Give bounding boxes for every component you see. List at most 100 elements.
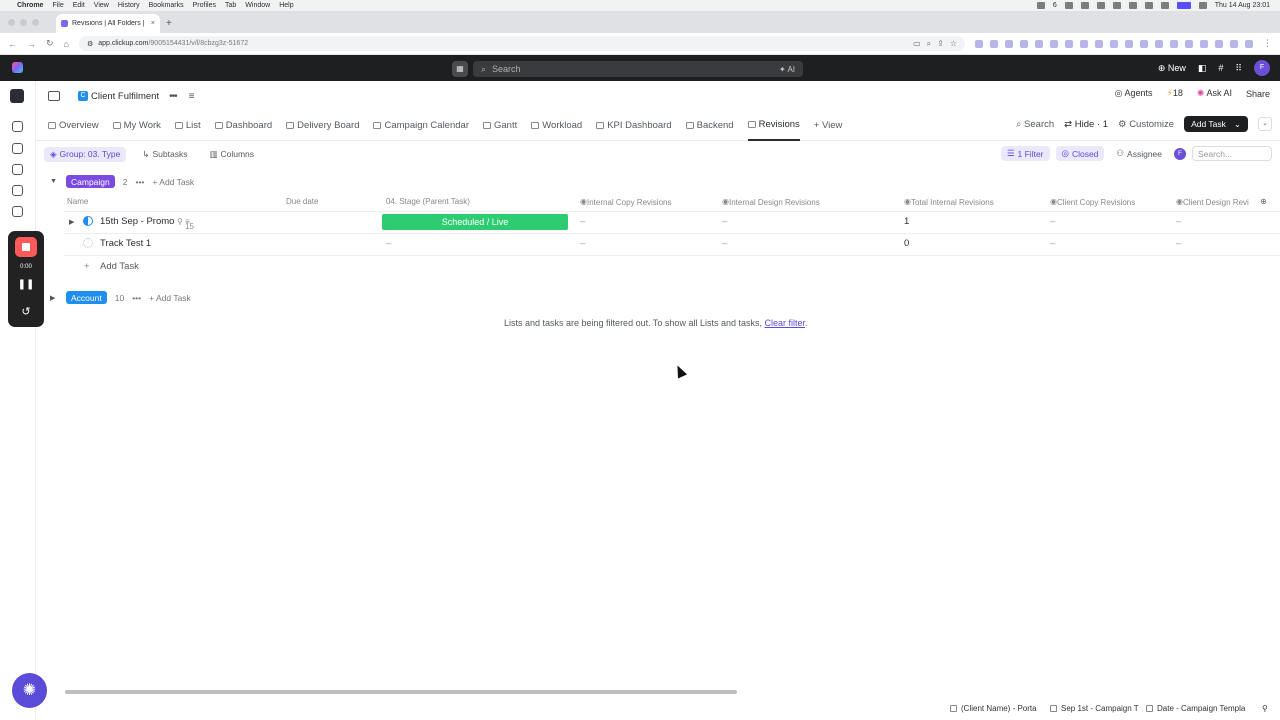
cast-icon[interactable]: ▭ [913, 39, 921, 49]
url-field[interactable]: ⚙ app.clickup.com/9005154431/v/l/8cbzg3z… [78, 36, 965, 51]
assignee-avatar[interactable]: F [1174, 147, 1186, 160]
chrome-menu-icon[interactable]: ⋮ [1263, 38, 1272, 49]
extension-icon[interactable] [1065, 39, 1073, 48]
expand-group-icon[interactable]: ▶ [50, 294, 58, 302]
tab-overview[interactable]: Overview [48, 111, 99, 141]
extension-icon[interactable] [1140, 39, 1148, 48]
menu-tab[interactable]: Tab [225, 2, 236, 9]
status-icon[interactable] [1036, 2, 1045, 9]
stage-badge[interactable]: Scheduled / Live [382, 214, 568, 230]
client-copy-value[interactable]: – [1050, 238, 1055, 249]
status-icon[interactable] [83, 216, 93, 226]
minimize-window-button[interactable] [20, 19, 27, 26]
horizontal-scrollbar[interactable] [65, 690, 737, 694]
sidebar-toggle-icon[interactable] [48, 91, 60, 101]
pin-icon[interactable]: ⚲ [1262, 704, 1268, 713]
column-client-design-revisions[interactable]: ◉ Client Design Revi [1176, 197, 1249, 207]
column-stage[interactable]: 04. Stage (Parent Task) [386, 197, 470, 206]
wifi-icon[interactable] [1112, 2, 1121, 9]
menu-view[interactable]: View [94, 2, 109, 9]
share-icon[interactable]: ⇪ [937, 39, 944, 49]
expand-subtasks-icon[interactable]: ▶ [69, 218, 74, 226]
stop-recording-button[interactable] [15, 237, 37, 257]
agents-button[interactable]: ◎ Agents [1115, 88, 1153, 99]
tab-kpi-dashboard[interactable]: KPI Dashboard [596, 111, 672, 141]
battery-icon[interactable] [1144, 2, 1153, 9]
channels-hash-icon[interactable]: # [1218, 63, 1223, 73]
add-task-button[interactable]: Add Task ⌄ [1184, 116, 1248, 132]
extension-icon[interactable] [1155, 39, 1163, 48]
zoom-window-button[interactable] [32, 19, 39, 26]
tab-list[interactable]: List [174, 111, 201, 141]
search-tasks-button[interactable]: ⌕ Search [1016, 119, 1054, 130]
menu-history[interactable]: History [118, 2, 140, 9]
ai-search-button[interactable]: ✦ AI [779, 65, 795, 74]
status-icon[interactable] [83, 238, 93, 248]
extension-icon[interactable] [1020, 39, 1028, 48]
client-design-value[interactable]: – [1176, 216, 1181, 227]
column-total-internal-revisions[interactable]: ◉ Total Internal Revisions [904, 197, 994, 207]
extension-icon[interactable] [1245, 39, 1253, 48]
tab-workload[interactable]: Workload [531, 111, 582, 141]
collapse-group-icon[interactable]: ▼ [50, 178, 58, 185]
share-button[interactable]: Share [1246, 89, 1270, 99]
client-copy-value[interactable]: – [1050, 216, 1055, 227]
status-icon[interactable] [1080, 2, 1089, 9]
close-tab-icon[interactable]: × [151, 20, 155, 27]
tray-item[interactable]: Date - Campaign Templa [1146, 704, 1245, 713]
chevron-down-icon[interactable]: ⌄ [1234, 119, 1241, 130]
task-name[interactable]: Track Test 1 [100, 238, 151, 249]
extension-icon[interactable] [1185, 39, 1193, 48]
internal-design-value[interactable]: – [722, 238, 727, 249]
screen-record-icon[interactable] [1176, 2, 1191, 9]
docs-icon[interactable] [12, 164, 23, 175]
group-add-task-button[interactable]: + Add Task [152, 177, 194, 187]
extension-icon[interactable] [1050, 39, 1058, 48]
column-due-date[interactable]: Due date [286, 197, 318, 206]
extension-icon[interactable] [1125, 39, 1133, 48]
tray-item[interactable]: (Client Name) - Porta [950, 704, 1037, 713]
forward-icon[interactable]: → [27, 39, 36, 49]
internal-copy-value[interactable]: – [580, 238, 585, 249]
workspace-avatar[interactable] [10, 89, 24, 103]
list-details-icon[interactable]: ≡ [189, 91, 195, 102]
menu-help[interactable]: Help [279, 2, 293, 9]
column-internal-copy-revisions[interactable]: ◉ Internal Copy Revisions [580, 197, 671, 207]
status-icon[interactable] [1064, 2, 1073, 9]
browser-tab[interactable]: Revisions | All Folders | Everyth × [56, 14, 160, 33]
menu-app-name[interactable]: Chrome [17, 2, 43, 9]
column-name[interactable]: Name [67, 197, 88, 206]
closed-chip[interactable]: ◎ Closed [1055, 146, 1105, 161]
inbox-icon[interactable] [12, 143, 23, 154]
new-button[interactable]: ⊕ New [1158, 63, 1186, 74]
group-pill[interactable]: Account [66, 291, 107, 304]
column-client-copy-revisions[interactable]: ◉ Client Copy Revisions [1050, 197, 1135, 207]
tab-backend[interactable]: Backend [685, 111, 734, 141]
collapse-icon[interactable]: ⌄ [1258, 117, 1272, 131]
reload-icon[interactable]: ↻ [46, 38, 54, 49]
extension-icon[interactable] [1005, 39, 1013, 48]
user-avatar[interactable]: F [1254, 60, 1270, 76]
column-internal-design-revisions[interactable]: ◉ Internal Design Revisions [722, 197, 820, 207]
internal-copy-value[interactable]: – [580, 216, 585, 227]
add-view-button[interactable]: + View [814, 111, 843, 141]
filter-chip[interactable]: ☰ 1 Filter [1000, 146, 1050, 161]
search-icon[interactable] [1160, 2, 1169, 9]
internal-design-value[interactable]: – [722, 216, 727, 227]
menu-edit[interactable]: Edit [73, 2, 85, 9]
menu-bookmarks[interactable]: Bookmarks [149, 2, 184, 9]
assignee-chip[interactable]: ⚇ Assignee [1110, 146, 1168, 161]
extension-icon[interactable] [975, 39, 983, 48]
clear-filter-link[interactable]: Clear filter [765, 318, 806, 328]
hide-button[interactable]: ⇄ Hide · 1 [1064, 119, 1108, 130]
tab-my-work[interactable]: My Work [112, 111, 161, 141]
extension-icon[interactable] [1080, 39, 1088, 48]
group-pill[interactable]: Campaign [66, 175, 115, 188]
new-tab-button[interactable]: + [166, 18, 172, 29]
extension-icon[interactable] [1230, 39, 1238, 48]
group-by-chip[interactable]: ◈ Group: 03. Type [44, 146, 127, 162]
columns-chip[interactable]: ▥ Columns [203, 147, 260, 162]
extension-icon[interactable] [1215, 39, 1223, 48]
credits-button[interactable]: ⚡18 [1167, 88, 1183, 99]
space-name[interactable]: Client Fulfilment [91, 91, 159, 102]
